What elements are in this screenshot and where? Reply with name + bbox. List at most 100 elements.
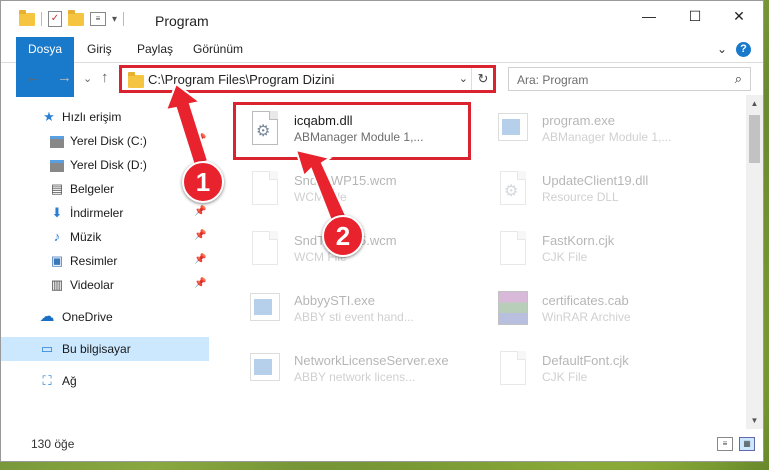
- properties-icon[interactable]: ≡: [90, 12, 106, 26]
- sidebar-item-music[interactable]: ♪ Müzik 📌: [1, 225, 209, 249]
- search-input[interactable]: Ara: Program ⌕: [508, 67, 751, 91]
- forward-button[interactable]: →: [57, 69, 72, 86]
- search-icon[interactable]: ⌕: [735, 71, 742, 87]
- list-item[interactable]: FastKorn.cjk CJK File: [470, 221, 710, 281]
- minimize-button[interactable]: —: [629, 8, 669, 24]
- file-icon: [494, 229, 528, 269]
- sidebar-item-label: OneDrive: [62, 310, 113, 324]
- file-description: WCM File: [294, 190, 347, 204]
- dll-file-icon: ⚙: [494, 169, 528, 209]
- file-description: CJK File: [542, 370, 588, 384]
- file-description: ABBY sti event hand...: [294, 310, 414, 324]
- archive-file-icon: [494, 289, 528, 329]
- pin-icon[interactable]: 📌: [194, 230, 206, 241]
- list-item[interactable]: certificates.cab WinRAR Archive: [470, 281, 710, 341]
- file-name: AbbyySTI.exe: [294, 293, 375, 308]
- file-icon: [246, 229, 280, 269]
- folder-icon: [19, 9, 35, 26]
- file-name: certificates.cab: [542, 293, 629, 308]
- pin-icon[interactable]: 📌: [194, 206, 206, 217]
- drive-icon: [49, 133, 65, 149]
- list-item[interactable]: program.exe ABManager Module 1,...: [470, 101, 710, 161]
- videos-icon: ▥: [50, 277, 64, 292]
- recent-locations-chevron-icon[interactable]: ⌄: [83, 72, 92, 85]
- properties-check-icon[interactable]: ✓: [48, 11, 62, 27]
- search-placeholder: Ara: Program: [517, 73, 589, 87]
- status-bar: 130 öğe ≡ ▦: [1, 431, 763, 459]
- star-icon: ★: [43, 109, 55, 124]
- file-name: program.exe: [542, 113, 615, 128]
- scroll-up-icon[interactable]: ▲: [746, 95, 763, 112]
- vertical-scrollbar[interactable]: ▲ ▼: [746, 95, 763, 429]
- cloud-icon: ☁: [39, 308, 55, 325]
- list-item[interactable]: NetworkLicenseServer.exe ABBY network li…: [222, 341, 462, 401]
- sidebar-item-local-disk-c[interactable]: Yerel Disk (C:) 📌: [1, 129, 209, 153]
- tab-share[interactable]: Paylaş: [137, 37, 173, 62]
- sidebar-item-label: Bu bilgisayar: [62, 342, 131, 356]
- customize-toolbar-chevron-icon[interactable]: ▾: [112, 14, 117, 25]
- tab-home[interactable]: Giriş: [87, 37, 112, 62]
- sidebar-item-videos[interactable]: ▥ Videolar 📌: [1, 273, 209, 297]
- pin-icon[interactable]: 📌: [194, 254, 206, 265]
- exe-file-icon: [246, 349, 280, 389]
- exe-file-icon: [246, 289, 280, 329]
- item-count: 130 öğe: [31, 437, 75, 451]
- tab-view[interactable]: Görünüm: [193, 37, 243, 62]
- computer-icon: ▭: [40, 341, 54, 356]
- list-item[interactable]: ⚙ UpdateClient19.dll Resource DLL: [470, 161, 710, 221]
- sidebar-item-network[interactable]: ⛶ Ağ: [1, 369, 209, 393]
- new-folder-icon[interactable]: [68, 9, 84, 26]
- sidebar-item-label: Yerel Disk (C:): [70, 134, 147, 148]
- file-description: WinRAR Archive: [542, 310, 631, 324]
- list-item[interactable]: DefaultFont.cjk CJK File: [470, 341, 710, 401]
- file-name: UpdateClient19.dll: [542, 173, 649, 188]
- file-description: CJK File: [542, 250, 588, 264]
- sidebar-item-label: Resimler: [70, 254, 118, 268]
- maximize-button[interactable]: ☐: [675, 8, 715, 25]
- title-bar: ✓ ≡ ▾ Program — ☐ ✕: [1, 1, 763, 37]
- sidebar-item-pictures[interactable]: ▣ Resimler 📌: [1, 249, 209, 273]
- sidebar-item-documents[interactable]: ▤ Belgeler: [1, 177, 209, 201]
- step-2-badge: 2: [322, 215, 364, 257]
- file-icon: [494, 349, 528, 389]
- pictures-icon: ▣: [50, 253, 64, 268]
- file-icon: [246, 169, 280, 209]
- drive-icon: [49, 157, 65, 173]
- sidebar-item-local-disk-d[interactable]: Yerel Disk (D:): [1, 153, 209, 177]
- file-name: FastKorn.cjk: [542, 233, 615, 248]
- close-button[interactable]: ✕: [719, 8, 759, 25]
- sidebar-item-this-pc[interactable]: ▭ Bu bilgisayar: [1, 337, 209, 361]
- scroll-down-icon[interactable]: ▼: [746, 412, 763, 429]
- sidebar-item-downloads[interactable]: ⬇ İndirmeler 📌: [1, 201, 209, 225]
- file-description: ABManager Module 1,...: [542, 130, 672, 144]
- help-icon[interactable]: ?: [736, 42, 751, 57]
- up-button[interactable]: ↑: [101, 69, 109, 86]
- scrollbar-thumb[interactable]: [749, 115, 760, 163]
- documents-icon: ▤: [50, 181, 64, 196]
- file-description: Resource DLL: [542, 190, 619, 204]
- sidebar-item-label: Videolar: [70, 278, 114, 292]
- file-name: DefaultFont.cjk: [542, 353, 629, 368]
- list-item[interactable]: SndToWP15.wcm WCM File: [222, 161, 462, 221]
- navigation-pane: ★ Hızlı erişim Yerel Disk (C:) 📌 Yerel D…: [1, 101, 211, 431]
- tiles-view-icon[interactable]: ▦: [739, 437, 755, 451]
- pin-icon[interactable]: 📌: [194, 134, 206, 145]
- list-item[interactable]: AbbyySTI.exe ABBY sti event hand...: [222, 281, 462, 341]
- expand-ribbon-chevron-icon[interactable]: ⌄: [717, 42, 727, 56]
- divider: [41, 12, 42, 26]
- sidebar-item-label: Ağ: [62, 374, 77, 388]
- sidebar-item-label: Yerel Disk (D:): [70, 158, 147, 172]
- downloads-icon: ⬇: [51, 205, 63, 220]
- details-view-icon[interactable]: ≡: [717, 437, 733, 451]
- sidebar-item-label: Hızlı erişim: [62, 110, 122, 124]
- sidebar-item-label: Belgeler: [70, 182, 115, 196]
- pin-icon[interactable]: 📌: [194, 278, 206, 289]
- sidebar-item-onedrive[interactable]: ☁ OneDrive: [1, 305, 209, 329]
- file-description: ABBY network licens...: [294, 370, 416, 384]
- sidebar-item-label: Müzik: [70, 230, 102, 244]
- music-icon: ♪: [53, 229, 61, 244]
- sidebar-item-quick-access[interactable]: ★ Hızlı erişim: [1, 105, 209, 129]
- window-title: Program: [155, 13, 209, 29]
- back-button[interactable]: ←: [26, 69, 41, 86]
- sidebar-item-label: İndirmeler: [70, 206, 124, 220]
